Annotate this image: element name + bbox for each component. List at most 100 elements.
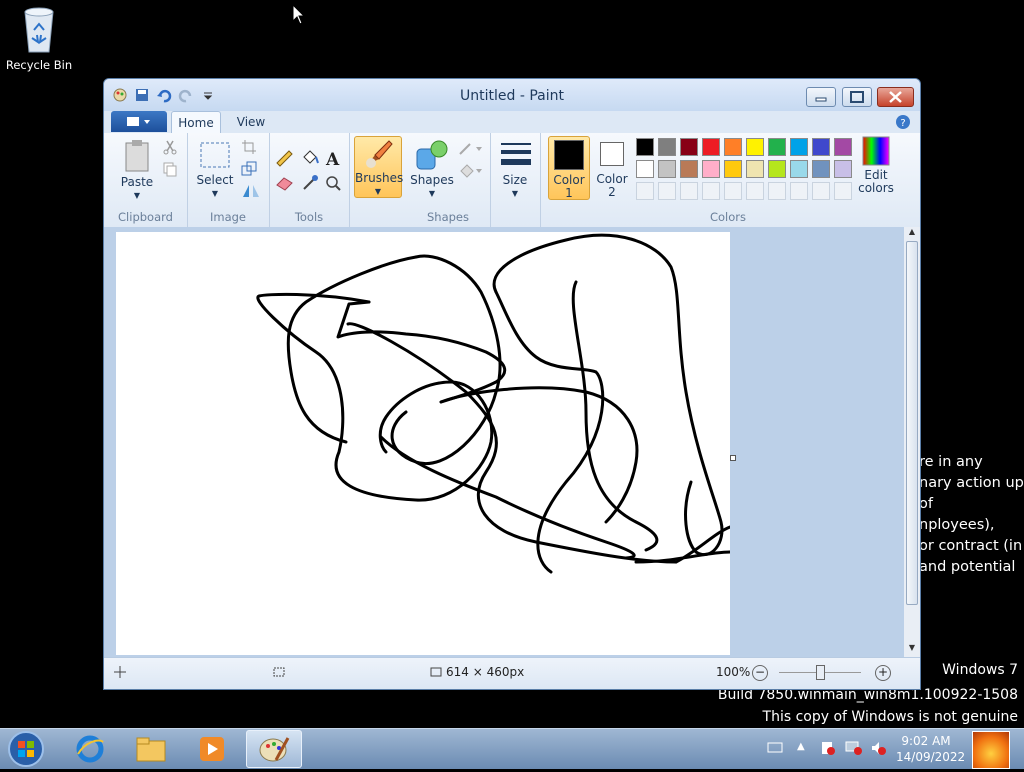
select-icon: [200, 142, 230, 168]
tab-home[interactable]: Home: [171, 111, 221, 134]
palette-color-swatch[interactable]: [658, 160, 676, 178]
tools-grid: A: [274, 145, 346, 197]
internet-explorer-taskbar[interactable]: [62, 730, 118, 768]
palette-color-swatch[interactable]: [658, 138, 676, 156]
fill-shape-icon[interactable]: [458, 163, 484, 182]
minimize-button[interactable]: [806, 87, 836, 107]
color1-button[interactable]: Color 1: [548, 136, 590, 200]
scroll-thumb[interactable]: [906, 241, 918, 605]
volume-muted-icon[interactable]: [870, 740, 886, 759]
paste-label: Paste: [120, 175, 154, 189]
ribbon-tabs: Home View ?: [104, 111, 920, 134]
tab-view[interactable]: View: [228, 111, 274, 133]
keyboard-icon[interactable]: [767, 741, 783, 756]
maximize-button[interactable]: [842, 87, 872, 107]
custom-color-slot[interactable]: [724, 182, 742, 200]
custom-color-slot[interactable]: [680, 182, 698, 200]
clock-time: 9:02 AM: [901, 734, 951, 748]
cut-icon[interactable]: [162, 139, 178, 158]
custom-color-slot[interactable]: [636, 182, 654, 200]
shapes-group-label: Shapes: [426, 210, 469, 224]
brushes-button[interactable]: Brushes ▼: [354, 136, 404, 198]
background-text-line: of: [919, 496, 933, 512]
resize-icon[interactable]: [241, 161, 257, 180]
drawing-canvas[interactable]: [116, 232, 730, 655]
custom-color-slot[interactable]: [702, 182, 720, 200]
title-bar[interactable]: Untitled - Paint: [104, 79, 920, 111]
palette-color-swatch[interactable]: [636, 138, 654, 156]
start-button[interactable]: [6, 729, 46, 769]
color2-button[interactable]: Color 2: [592, 136, 632, 199]
paint-menu-button[interactable]: [111, 111, 167, 132]
custom-color-slot[interactable]: [812, 182, 830, 200]
custom-color-slot[interactable]: [658, 182, 676, 200]
palette-color-swatch[interactable]: [702, 138, 720, 156]
action-center-icon[interactable]: [820, 740, 836, 759]
user-tile-flower-icon[interactable]: [972, 731, 1010, 769]
custom-color-slot[interactable]: [746, 182, 764, 200]
explorer-taskbar[interactable]: [123, 730, 179, 768]
palette-color-swatch[interactable]: [768, 160, 786, 178]
show-hidden-icons-icon[interactable]: ▲: [797, 741, 805, 752]
palette-color-swatch[interactable]: [812, 160, 830, 178]
paint-icon: [259, 737, 290, 762]
palette-color-swatch[interactable]: [812, 138, 830, 156]
crop-icon[interactable]: [241, 139, 257, 158]
size-button[interactable]: Size ▼: [494, 139, 536, 200]
zoom-in-button[interactable]: +: [875, 665, 891, 681]
clipboard-group-label: Clipboard: [118, 210, 173, 224]
zoom-out-button[interactable]: −: [752, 665, 768, 681]
select-label: Select: [196, 173, 234, 187]
media-player-taskbar[interactable]: [184, 730, 240, 768]
palette-color-swatch[interactable]: [702, 160, 720, 178]
internet-explorer-icon: [76, 735, 104, 763]
canvas-resize-handle[interactable]: [730, 455, 736, 461]
select-button[interactable]: Select ▼: [193, 139, 237, 200]
palette-color-swatch[interactable]: [724, 160, 742, 178]
palette-color-swatch[interactable]: [768, 138, 786, 156]
palette-color-swatch[interactable]: [724, 138, 742, 156]
custom-color-slot[interactable]: [768, 182, 786, 200]
background-text-line: re in any: [919, 454, 983, 470]
zoom-level: 100%: [716, 665, 751, 679]
brush-icon: [366, 140, 393, 168]
custom-color-slot[interactable]: [834, 182, 852, 200]
help-icon[interactable]: ?: [895, 114, 911, 133]
palette-color-swatch[interactable]: [746, 138, 764, 156]
paint-taskbar[interactable]: [246, 730, 302, 768]
clock-date: 14/09/2022: [896, 750, 966, 764]
brushes-label: Brushes: [355, 171, 404, 185]
vertical-scrollbar[interactable]: ▲ ▼: [904, 227, 920, 657]
paste-icon: [125, 140, 149, 172]
shapes-button[interactable]: Shapes ▼: [410, 139, 454, 200]
paste-button[interactable]: Paste ▼: [114, 139, 160, 202]
palette-color-swatch[interactable]: [680, 138, 698, 156]
media-player-icon: [200, 737, 224, 761]
folder-icon: [136, 737, 166, 762]
shapes-label: Shapes: [410, 173, 454, 187]
palette-color-swatch[interactable]: [746, 160, 764, 178]
selection-size-icon: [272, 666, 286, 681]
palette-color-swatch[interactable]: [636, 160, 654, 178]
shapes-icon: [416, 140, 448, 170]
background-text-line: or contract (in: [919, 538, 1023, 554]
taskbar-clock[interactable]: 9:02 AM 14/09/2022: [896, 733, 966, 765]
palette-color-swatch[interactable]: [680, 160, 698, 178]
custom-color-slot[interactable]: [790, 182, 808, 200]
close-button[interactable]: [877, 87, 914, 107]
palette-color-swatch[interactable]: [790, 160, 808, 178]
zoom-slider-thumb[interactable]: [816, 665, 825, 680]
palette-color-swatch[interactable]: [834, 160, 852, 178]
palette-color-swatch[interactable]: [790, 138, 808, 156]
outline-icon[interactable]: [458, 141, 484, 160]
palette-color-swatch[interactable]: [834, 138, 852, 156]
recycle-bin-shortcut[interactable]: Recycle Bin: [4, 6, 74, 72]
edit-colors-label-2: colors: [858, 181, 894, 195]
copy-icon[interactable]: [162, 161, 178, 180]
rotate-icon[interactable]: [241, 183, 265, 202]
scroll-up-arrow[interactable]: ▲: [904, 227, 920, 241]
network-icon[interactable]: [845, 740, 863, 759]
scroll-down-arrow[interactable]: ▼: [904, 643, 920, 657]
colors-group-label: Colors: [709, 210, 747, 224]
edit-colors-button[interactable]: Edit colors: [858, 136, 894, 195]
